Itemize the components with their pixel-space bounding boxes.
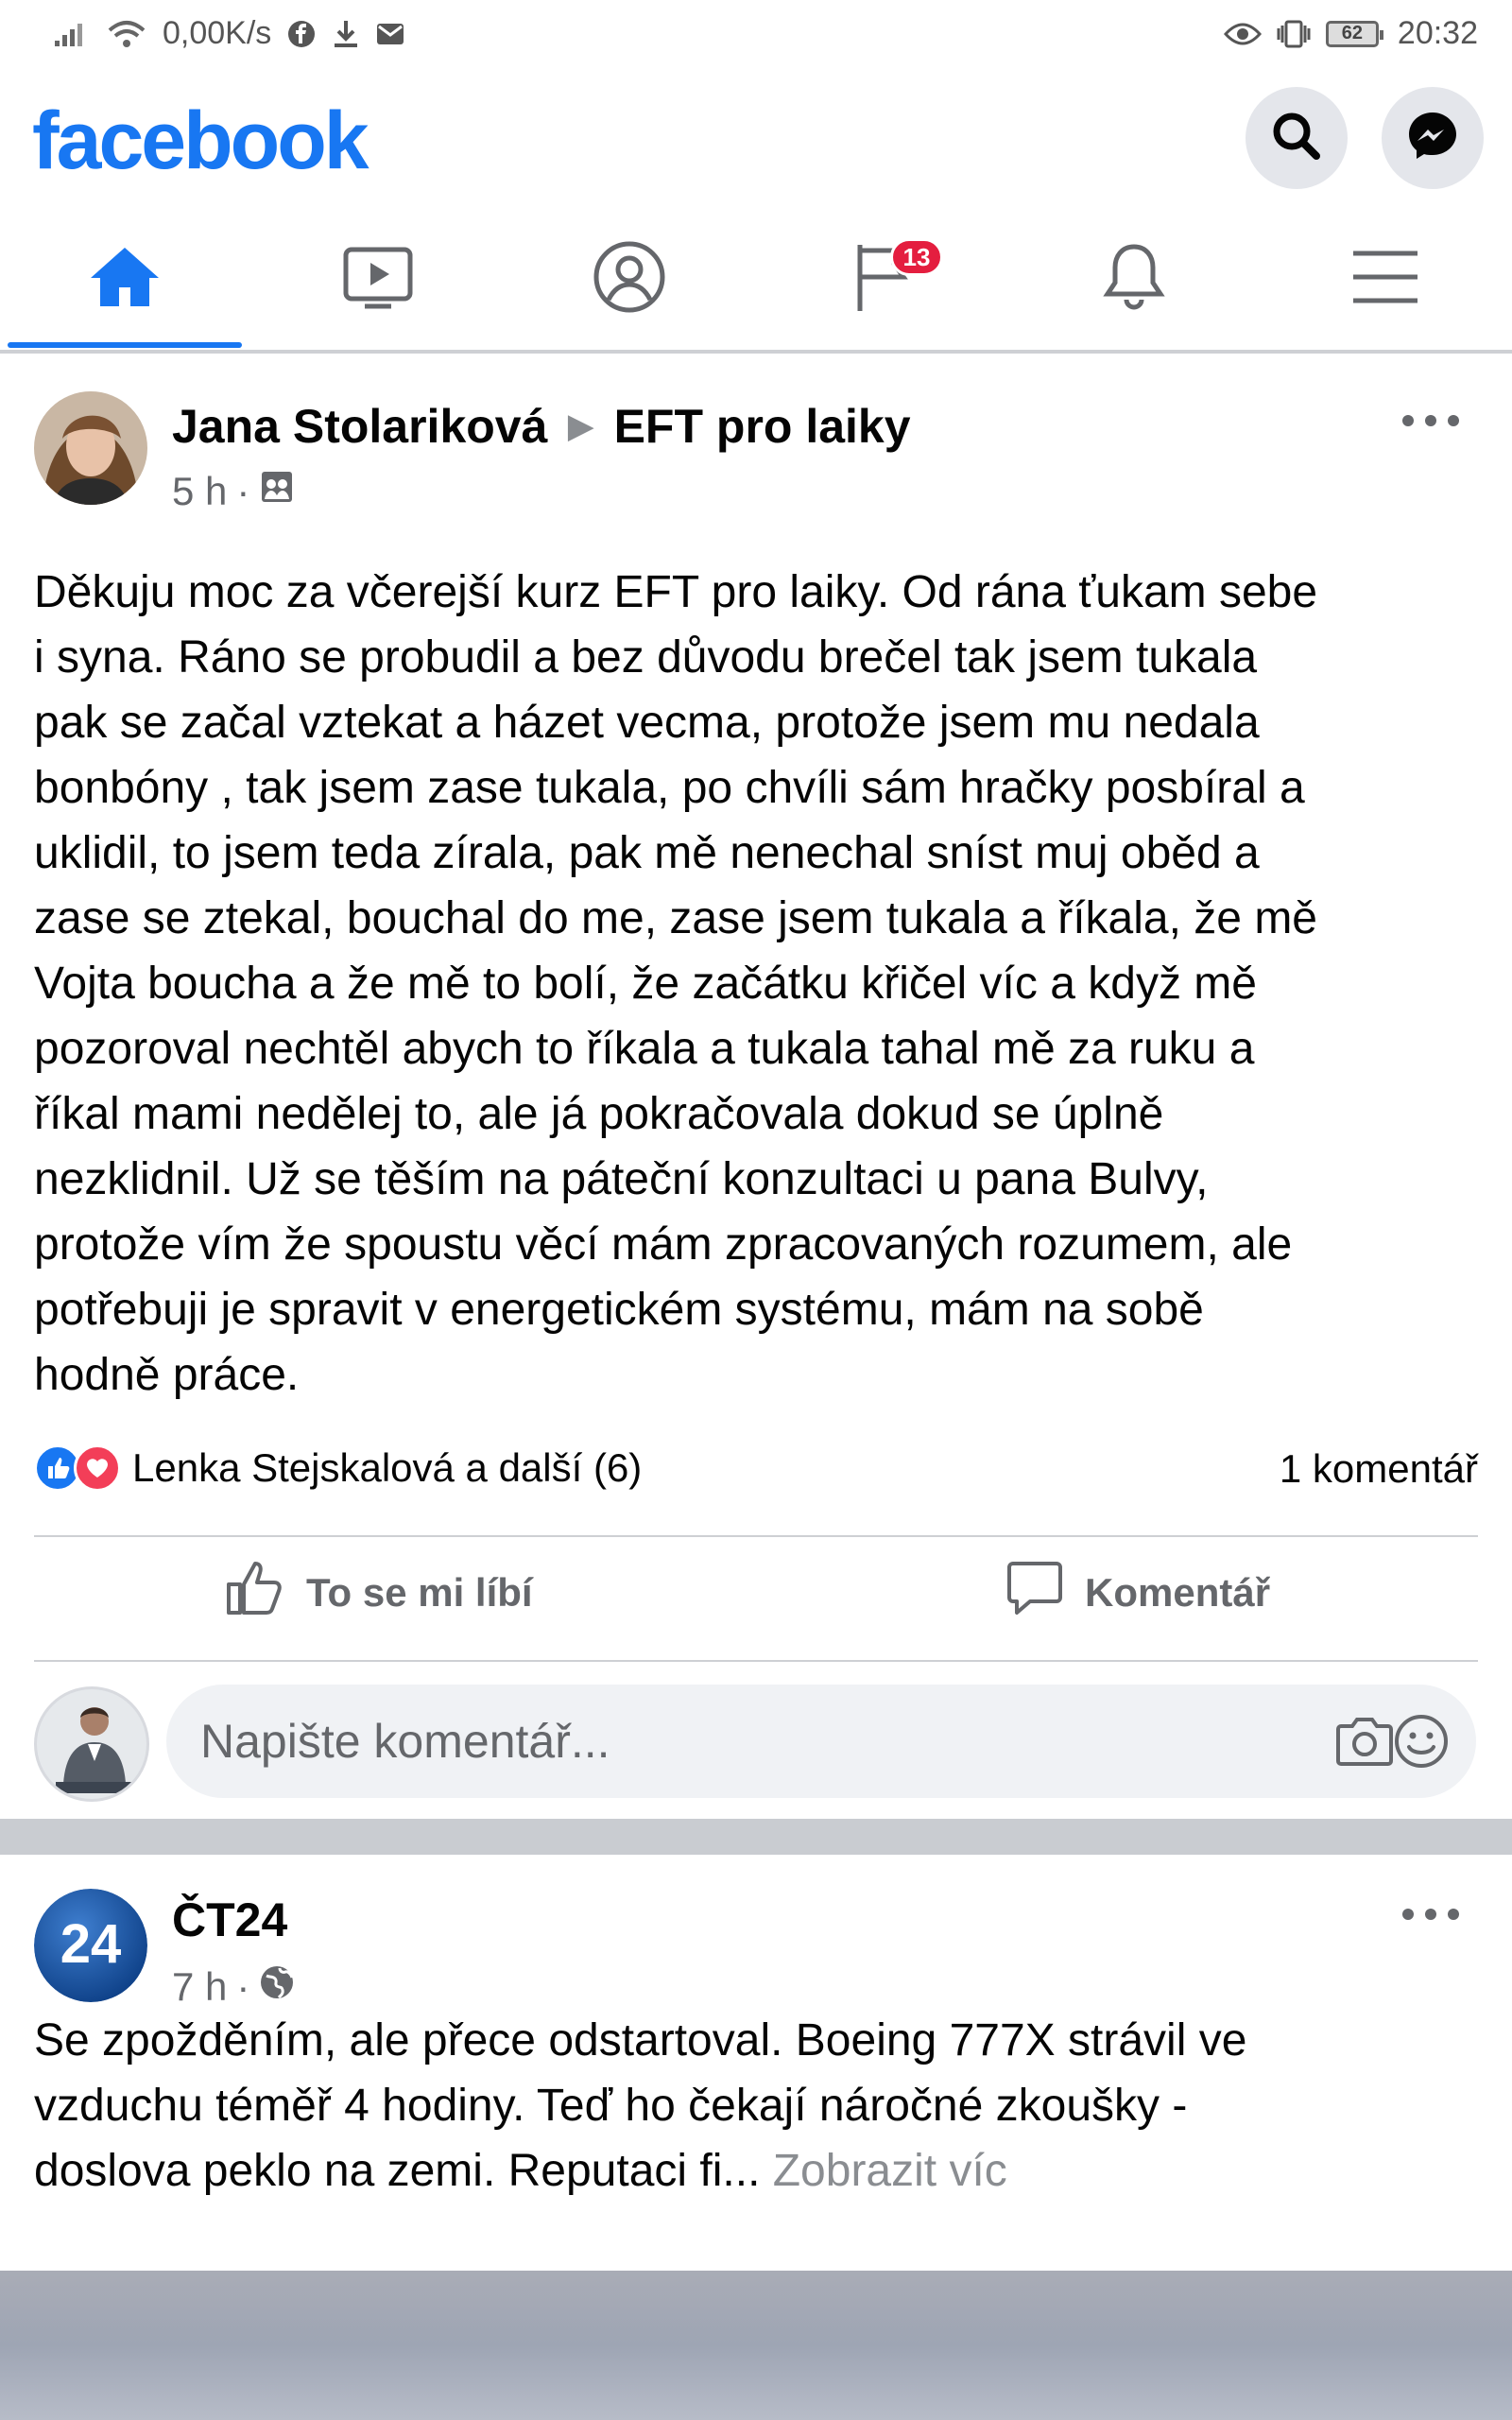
search-icon bbox=[1268, 108, 1325, 169]
thumbs-up-icon bbox=[225, 1560, 285, 1626]
bell-icon bbox=[1096, 239, 1172, 320]
mail-icon bbox=[375, 22, 405, 46]
emoji-icon[interactable] bbox=[1391, 1711, 1452, 1772]
post-options-button[interactable] bbox=[1402, 406, 1459, 435]
post-time[interactable]: 5 h bbox=[172, 469, 227, 514]
author-avatar[interactable]: 24 bbox=[34, 1889, 147, 2002]
facebook-logo[interactable]: facebook bbox=[32, 95, 369, 188]
facebook-notification-icon bbox=[286, 19, 317, 49]
reactions-summary[interactable]: Lenka Stejskalová a další (6) bbox=[34, 1444, 642, 1492]
signal-icon bbox=[53, 20, 91, 48]
active-tab-indicator bbox=[8, 342, 242, 348]
arrow-right-icon: ▶ bbox=[568, 408, 593, 444]
video-icon bbox=[340, 244, 416, 315]
divider bbox=[34, 1660, 1478, 1662]
tab-watch[interactable] bbox=[312, 236, 444, 321]
notification-badge: 13 bbox=[890, 238, 943, 276]
love-reaction-icon bbox=[74, 1444, 121, 1492]
camera-icon[interactable] bbox=[1334, 1711, 1395, 1772]
status-bar: 0,00K/s 62 20:32 bbox=[0, 0, 1512, 68]
author-name[interactable]: Jana Stolariková bbox=[172, 399, 547, 454]
tab-menu[interactable] bbox=[1319, 236, 1452, 321]
post-author-line: ČT24 bbox=[172, 1893, 287, 1947]
post-media-image[interactable] bbox=[0, 2271, 1512, 2420]
reaction-names: Lenka Stejskalová a další (6) bbox=[132, 1445, 643, 1490]
globe-icon bbox=[259, 1964, 295, 2010]
comment-label: Komentář bbox=[1085, 1570, 1271, 1615]
post-text: Děkuju moc za včerejší kurz EFT pro laik… bbox=[34, 567, 1318, 1400]
feed-post: Jana Stolariková ▶ EFT pro laiky 5 h · D… bbox=[0, 357, 1512, 1819]
battery-indicator: 62 bbox=[1325, 20, 1383, 47]
comment-icon bbox=[1005, 1560, 1064, 1626]
main-nav: 13 bbox=[0, 210, 1512, 354]
author-name[interactable]: ČT24 bbox=[172, 1893, 287, 1947]
post-meta: 5 h · bbox=[172, 469, 295, 514]
app-header: facebook bbox=[0, 68, 1512, 210]
post-text: Se zpožděním, ale přece odstartoval. Boe… bbox=[34, 2015, 1247, 2196]
avatar-text: 24 bbox=[60, 1913, 122, 1975]
author-avatar[interactable] bbox=[34, 391, 147, 505]
post-author-line: Jana Stolariková ▶ EFT pro laiky bbox=[172, 399, 911, 454]
eye-icon bbox=[1223, 21, 1262, 47]
download-icon bbox=[332, 19, 360, 49]
see-more-link[interactable]: Zobrazit víc bbox=[773, 2146, 1007, 2196]
feed-post: 24 ČT24 7 h · Se zpožděním, ale přece od… bbox=[0, 1855, 1512, 2271]
post-text-wrap: Se zpožděním, ale přece odstartoval. Boe… bbox=[34, 2008, 1489, 2204]
comments-count[interactable]: 1 komentář bbox=[1280, 1446, 1478, 1492]
comment-button[interactable]: Komentář bbox=[1005, 1560, 1270, 1626]
divider bbox=[34, 1535, 1478, 1537]
feed-separator bbox=[0, 1819, 1512, 1855]
messenger-button[interactable] bbox=[1382, 87, 1484, 189]
comment-input[interactable] bbox=[200, 1703, 1145, 1779]
tab-profile[interactable] bbox=[563, 236, 696, 321]
vibrate-icon bbox=[1275, 19, 1313, 49]
home-icon bbox=[87, 244, 163, 315]
search-button[interactable] bbox=[1246, 87, 1348, 189]
tab-notifications[interactable] bbox=[1068, 236, 1200, 321]
tab-pages[interactable]: 13 bbox=[816, 236, 949, 321]
post-options-button[interactable] bbox=[1402, 1900, 1459, 1928]
current-user-avatar[interactable] bbox=[34, 1686, 149, 1802]
clock: 20:32 bbox=[1397, 15, 1478, 51]
network-speed: 0,00K/s bbox=[163, 15, 272, 51]
like-label: To se mi líbí bbox=[306, 1570, 533, 1615]
group-icon bbox=[259, 469, 295, 514]
wifi-icon bbox=[106, 19, 147, 49]
tab-home[interactable] bbox=[59, 236, 191, 321]
messenger-icon bbox=[1404, 108, 1461, 169]
post-meta: 7 h · bbox=[172, 1964, 295, 2010]
menu-icon bbox=[1348, 244, 1423, 315]
comment-input-wrapper bbox=[166, 1685, 1476, 1798]
post-time[interactable]: 7 h bbox=[172, 1964, 227, 2010]
group-name[interactable]: EFT pro laiky bbox=[614, 399, 911, 454]
like-button[interactable]: To se mi líbí bbox=[225, 1560, 533, 1626]
profile-icon bbox=[592, 239, 667, 320]
